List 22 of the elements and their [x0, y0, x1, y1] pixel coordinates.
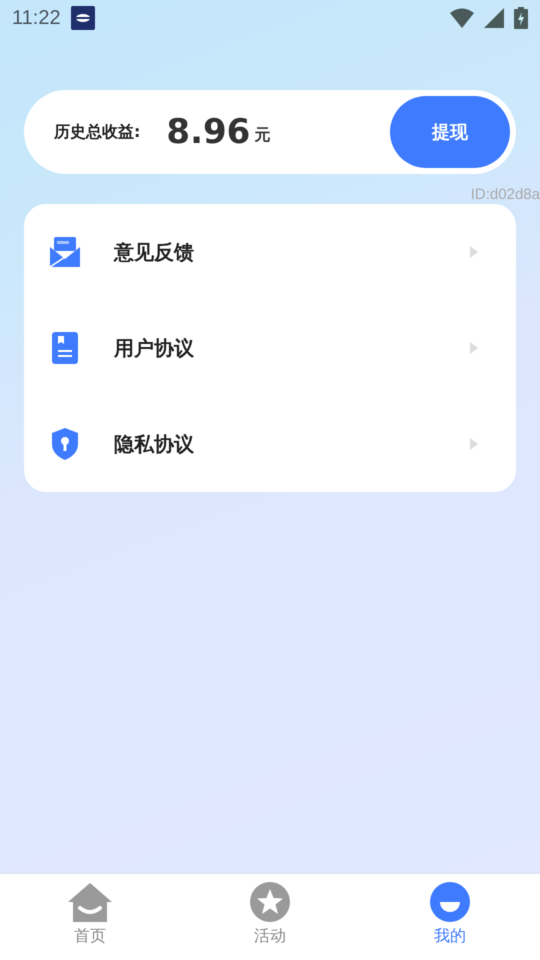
currency-unit: 元: [254, 124, 270, 146]
menu-item[interactable]: 意见反馈: [24, 204, 516, 300]
signal-icon: [484, 8, 504, 28]
chevron-right-icon: [470, 246, 478, 258]
menu-item[interactable]: 用户协议: [24, 300, 516, 396]
chevron-right-icon: [470, 438, 478, 450]
user-id: ID:d02d8a: [470, 186, 540, 203]
nav-tab[interactable]: 首页: [0, 874, 180, 960]
wifi-icon: [450, 8, 474, 28]
app-notification-icon: [70, 6, 95, 30]
smile-icon: [430, 882, 470, 922]
earnings-amount: 8.96: [166, 112, 250, 152]
nav-tab[interactable]: 活动: [180, 874, 360, 960]
house-icon: [67, 882, 113, 922]
menu-item[interactable]: 隐私协议: [24, 396, 516, 492]
chevron-right-icon: [470, 342, 478, 354]
withdraw-button[interactable]: 提现: [390, 96, 510, 168]
nav-tab[interactable]: 我的: [360, 874, 540, 960]
earnings-label: 历史总收益:: [54, 122, 140, 142]
envelope-icon: [48, 235, 82, 269]
status-time: 11:22: [12, 6, 61, 30]
battery-icon: [514, 7, 528, 29]
